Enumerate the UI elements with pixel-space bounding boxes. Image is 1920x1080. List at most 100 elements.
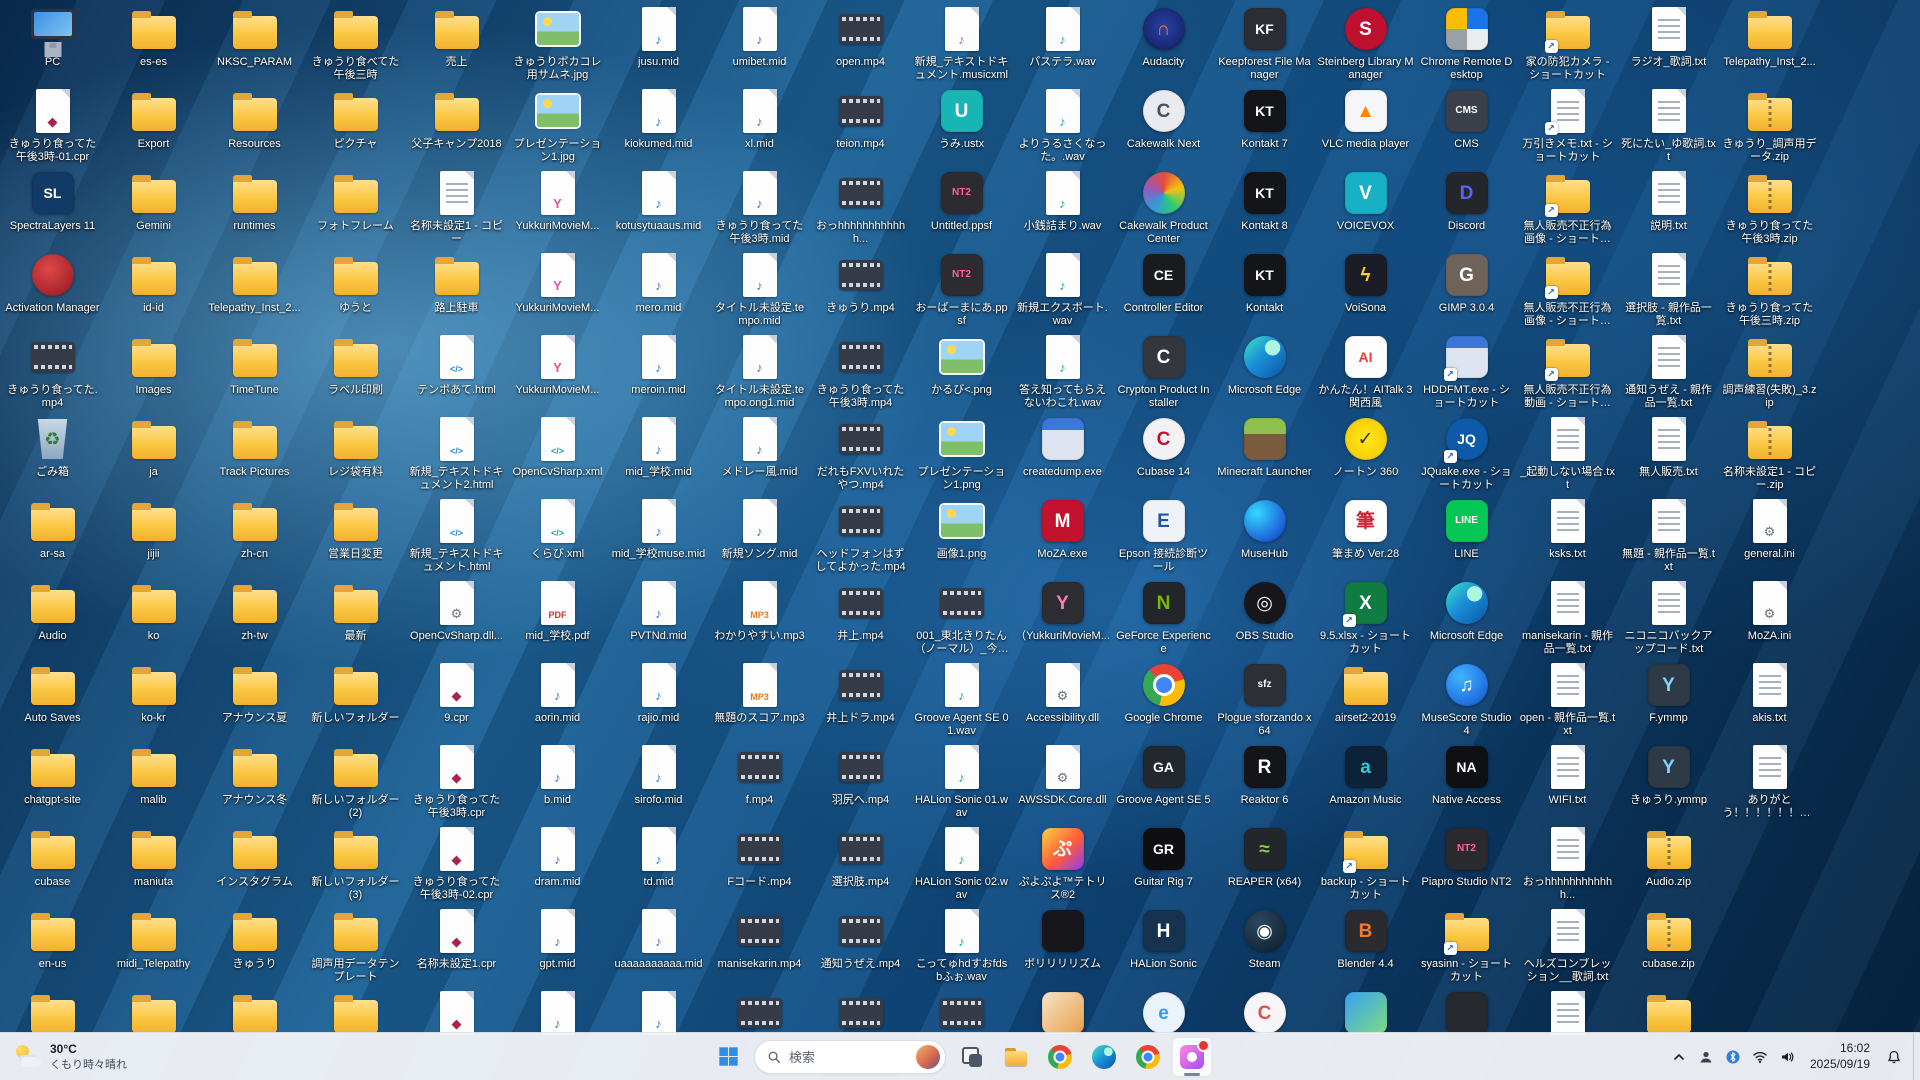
desktop-icon[interactable]: 父子キャンプ2018	[406, 82, 507, 164]
desktop-icon[interactable]: sfz Plogue sforzando x64	[1214, 656, 1315, 738]
desktop-icon[interactable]: MP3 わかりやすい.mp3	[709, 574, 810, 656]
desktop-icon[interactable]: 井上.mp4	[810, 574, 911, 656]
desktop-icon[interactable]: 無人販売.txt	[1618, 410, 1719, 492]
desktop-icon[interactable]: ♪ kiokumed.mid	[608, 82, 709, 164]
desktop-icon[interactable]: 選択肢.mp4	[810, 820, 911, 902]
desktop-icon[interactable]: 路上駐車	[406, 246, 507, 328]
desktop-icon[interactable]: 売上	[406, 0, 507, 82]
desktop-icon[interactable]: ko	[103, 574, 204, 656]
desktop-icon[interactable]: Export	[103, 82, 204, 164]
desktop-icon[interactable]: E Epson 接続診断ツール	[1113, 492, 1214, 574]
desktop-icon[interactable]: CE Controller Editor	[1113, 246, 1214, 328]
desktop-icon[interactable]: manisekarin.mp4	[709, 902, 810, 984]
desktop-icon[interactable]: きゅうりボカコレ用サムネ.jpg	[507, 0, 608, 82]
desktop-icon[interactable]: ϟ VoiSona	[1315, 246, 1416, 328]
desktop-icon[interactable]: NA Native Access	[1416, 738, 1517, 820]
desktop-icon[interactable]: a Amazon Music	[1315, 738, 1416, 820]
desktop-icon[interactable]: Resources	[204, 82, 305, 164]
desktop-icon[interactable]: ◆ きゅうり食ってた午後3時-02.cpr	[406, 820, 507, 902]
desktop-icon[interactable]: ♪ きゅうり食ってた午後3時.mid	[709, 164, 810, 246]
desktop-icon[interactable]: cubase.zip	[1618, 902, 1719, 984]
desktop-icon[interactable]: H HALion Sonic	[1113, 902, 1214, 984]
desktop-icon[interactable]: ⚙ MoZA.ini	[1719, 574, 1820, 656]
desktop-icon[interactable]: chatgpt-site	[2, 738, 103, 820]
desktop-icon[interactable]: ぷ ぷよぷよ™テトリス®2	[1012, 820, 1113, 902]
desktop-icon[interactable]: HDDFMT.exe - ショートカット	[1416, 328, 1517, 410]
desktop-icon[interactable]: Telepathy_Inst_2...	[1719, 0, 1820, 82]
desktop-icon[interactable]: AI かんたん！AITalk 3 関西風	[1315, 328, 1416, 410]
volume-icon[interactable]	[1774, 1043, 1801, 1071]
bluetooth-icon[interactable]	[1720, 1043, 1747, 1071]
desktop-icon[interactable]: 無人販売不正行為画像 - ショートカット	[1517, 246, 1618, 328]
desktop-icon[interactable]: Y F.ymmp	[1618, 656, 1719, 738]
desktop-icon[interactable]: KT Kontakt	[1214, 246, 1315, 328]
desktop-icon[interactable]: ♪ uaaaaaaaaaa.mid	[608, 902, 709, 984]
desktop-icon[interactable]: D Discord	[1416, 164, 1517, 246]
desktop-icon[interactable]: ▲ VLC media player	[1315, 82, 1416, 164]
desktop-icon[interactable]: SL SpectraLayers 11	[2, 164, 103, 246]
pink-app-taskbar-button[interactable]	[1172, 1037, 1212, 1077]
desktop-icon[interactable]: </> 新規_テキストドキュメント2.html	[406, 410, 507, 492]
desktop-icon[interactable]: ♪ こってゅhdすおfdsbふぉ.wav	[911, 902, 1012, 984]
desktop-icon[interactable]: ♪ パステラ.wav	[1012, 0, 1113, 82]
desktop-icon[interactable]: 羽尻へ.mp4	[810, 738, 911, 820]
desktop-icon[interactable]: C Cakewalk Next	[1113, 82, 1214, 164]
desktop-icon[interactable]: PDF mid_学校.pdf	[507, 574, 608, 656]
desktop-icon[interactable]: backup - ショートカット	[1315, 820, 1416, 902]
desktop-icon[interactable]: ♪ HALion Sonic 02.wav	[911, 820, 1012, 902]
desktop-icon[interactable]: ◎ OBS Studio	[1214, 574, 1315, 656]
desktop-icon[interactable]: 井上ドラ.mp4	[810, 656, 911, 738]
desktop-icon[interactable]: プレゼンテーション1.jpg	[507, 82, 608, 164]
desktop-icon[interactable]: 説明.txt	[1618, 164, 1719, 246]
desktop-icon[interactable]: ♪ 小銭詰まり.wav	[1012, 164, 1113, 246]
desktop-icon[interactable]: zh-tw	[204, 574, 305, 656]
desktop-icon[interactable]: Y きゅうり.ymmp	[1618, 738, 1719, 820]
desktop-icon[interactable]: teion.mp4	[810, 82, 911, 164]
desktop-icon[interactable]: 最新	[305, 574, 406, 656]
desktop-icon[interactable]: NT2 Piapro Studio NT2	[1416, 820, 1517, 902]
desktop-icon[interactable]: 新しいフォルダー	[305, 656, 406, 738]
desktop-icon[interactable]: R Reaktor 6	[1214, 738, 1315, 820]
desktop-icon[interactable]: きゅうり食ってた午後3時.zip	[1719, 164, 1820, 246]
desktop-icon[interactable]: LINE LINE	[1416, 492, 1517, 574]
desktop-icon[interactable]: open.mp4	[810, 0, 911, 82]
desktop-icon[interactable]: 名称未設定1 - コピー	[406, 164, 507, 246]
desktop-icon[interactable]: ⚙ Accessibility.dll	[1012, 656, 1113, 738]
desktop-icon[interactable]: きゅうり_調声用データ.zip	[1719, 82, 1820, 164]
desktop-icon[interactable]: ♪ xl.mid	[709, 82, 810, 164]
desktop-icon[interactable]: 死にたい_ゆ歌詞.txt	[1618, 82, 1719, 164]
desktop-icon[interactable]: ラジオ_歌詞.txt	[1618, 0, 1719, 82]
desktop-icon[interactable]: jijii	[103, 492, 204, 574]
desktop-icon[interactable]: X 9.5.xlsx - ショートカット	[1315, 574, 1416, 656]
desktop-icon[interactable]: Google Chrome	[1113, 656, 1214, 738]
desktop-icon[interactable]: 画像1.png	[911, 492, 1012, 574]
desktop-icon[interactable]: Y YukkuriMovieM...	[507, 328, 608, 410]
desktop-icon[interactable]: 001_東北きりたん（ノーマル）_今じゃ...	[911, 574, 1012, 656]
desktop-icon[interactable]: C Crypton Product Installer	[1113, 328, 1214, 410]
desktop-icon[interactable]: Cakewalk Product Center	[1113, 164, 1214, 246]
desktop-icon[interactable]: ♪ タイトル未設定.tempo.ong1.mid	[709, 328, 810, 410]
desktop-icon[interactable]: ◆ 9.cpr	[406, 656, 507, 738]
desktop-icon[interactable]: かるび<.png	[911, 328, 1012, 410]
desktop-icon[interactable]: ♪ 新規_テキストドキュメント.musicxml	[911, 0, 1012, 82]
desktop-icon[interactable]: C Cubase 14	[1113, 410, 1214, 492]
desktop-icon[interactable]: ヘッドフォンはずしてよかった.mp4	[810, 492, 911, 574]
desktop-icon[interactable]: ◆ きゅうり食ってた午後3時.cpr	[406, 738, 507, 820]
desktop-icon[interactable]: ♪ sirofo.mid	[608, 738, 709, 820]
desktop-icon[interactable]: </> くらび.xml	[507, 492, 608, 574]
desktop-icon[interactable]: MP3 無題のスコア.mp3	[709, 656, 810, 738]
desktop-icon[interactable]: ♪ dram.mid	[507, 820, 608, 902]
desktop-icon[interactable]: ⚙ general.ini	[1719, 492, 1820, 574]
desktop-icon[interactable]: Gemini	[103, 164, 204, 246]
desktop-icon[interactable]: Images	[103, 328, 204, 410]
desktop-icon[interactable]: N GeForce Experience	[1113, 574, 1214, 656]
desktop-icon[interactable]: 調声練習(失敗)_3.zip	[1719, 328, 1820, 410]
task-view-taskbar-button[interactable]	[952, 1037, 992, 1077]
desktop-icon[interactable]: G GIMP 3.0.4	[1416, 246, 1517, 328]
desktop-icon[interactable]: アナウンス夏	[204, 656, 305, 738]
desktop-icon[interactable]: </> OpenCvSharp.xml	[507, 410, 608, 492]
desktop-icon[interactable]: フォトフレーム	[305, 164, 406, 246]
desktop-icon[interactable]: Chrome Remote Desktop	[1416, 0, 1517, 82]
chrome-taskbar-button[interactable]	[1040, 1037, 1080, 1077]
desktop-icon[interactable]: ♪ jusu.mid	[608, 0, 709, 82]
